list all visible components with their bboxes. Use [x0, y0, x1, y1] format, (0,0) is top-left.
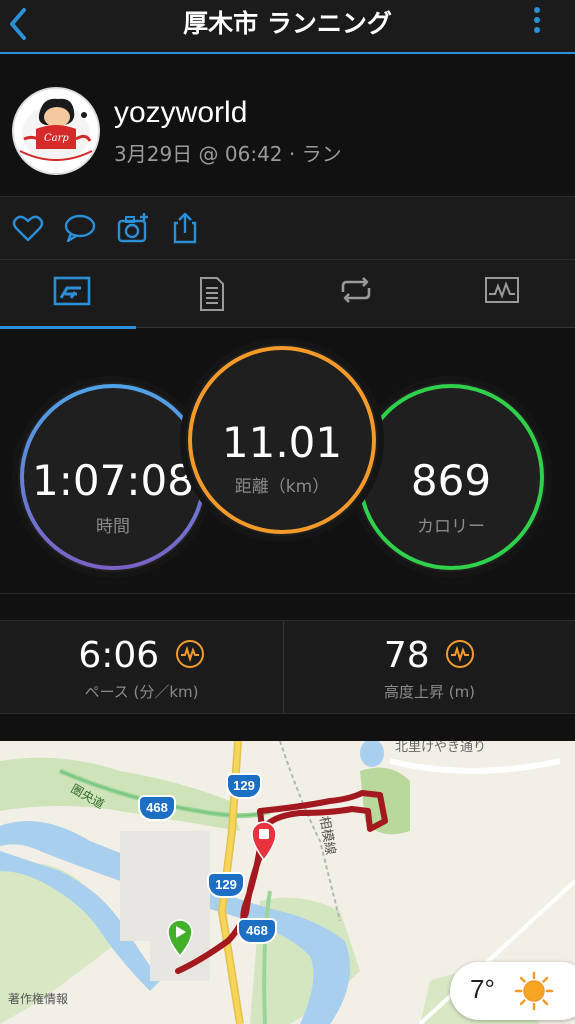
document-icon — [199, 277, 224, 311]
summary-rings: 1:07:08 時間 869 カロリー 11.01 距離（km） — [0, 329, 575, 594]
start-marker-icon[interactable] — [164, 917, 196, 958]
road-label-kitazato: 北里けやき通り — [395, 741, 486, 755]
map-copyright-link[interactable]: 著作権情報 — [8, 990, 68, 1007]
tab-bar — [0, 260, 575, 329]
pace-stat[interactable]: 6:06 ペース (分／km) — [0, 621, 283, 715]
pace-value: 6:06 — [0, 635, 283, 676]
elevation-label: 高度上昇 (m) — [383, 683, 476, 701]
calories-label: カロリー — [417, 517, 485, 537]
tab-charts[interactable] — [430, 260, 573, 328]
route-shield-129-mid: 129 — [207, 872, 245, 898]
route-shield-468-bottom: 468 — [237, 918, 277, 944]
elevation-chart-icon — [446, 640, 475, 668]
top-bar: 厚木市 ランニング — [0, 0, 575, 54]
sun-icon — [514, 971, 554, 1011]
stats-row: 6:06 ペース (分／km) 78 高度上昇 (m) — [0, 620, 575, 715]
elevation-stat[interactable]: 78 高度上昇 (m) — [284, 621, 575, 715]
like-icon[interactable] — [11, 211, 45, 245]
road-label-sagami: 相模線 — [316, 815, 339, 856]
share-icon[interactable] — [168, 211, 202, 245]
tab-laps[interactable] — [284, 260, 427, 328]
route-shield-129-top: 129 — [226, 773, 262, 799]
chart-icon — [484, 277, 519, 303]
svg-text:Carp: Carp — [44, 133, 69, 144]
activity-profile: Carp yozyworld 3月29日 @ 06:42 · ラン — [0, 56, 575, 197]
calories-value: 869 — [410, 456, 492, 505]
distance-value: 11.01 — [221, 418, 343, 467]
tab-details[interactable] — [140, 260, 283, 328]
pace-label: ペース (分／km) — [84, 683, 199, 701]
comment-icon[interactable] — [63, 211, 97, 245]
repeat-icon — [341, 277, 370, 303]
tab-overview[interactable] — [0, 260, 143, 329]
weather-temperature: 7° — [470, 974, 495, 1004]
calories-ring: 869 カロリー — [356, 382, 546, 572]
page-title: 厚木市 ランニング — [183, 9, 392, 38]
distance-ring: 11.01 距離（km） — [186, 344, 378, 536]
more-options-icon[interactable] — [529, 4, 545, 42]
username[interactable]: yozyworld — [114, 96, 247, 130]
activity-date: 3月29日 @ 06:42 · ラン — [114, 142, 342, 166]
elevation-value: 78 — [284, 635, 575, 676]
distance-label: 距離（km） — [234, 477, 330, 497]
pace-chart-icon — [175, 640, 204, 668]
spacer — [0, 714, 575, 741]
time-ring: 1:07:08 時間 — [18, 382, 208, 572]
time-value: 1:07:08 — [32, 456, 194, 505]
avatar[interactable]: Carp — [12, 87, 100, 175]
route-shield-468-left: 468 — [138, 795, 176, 821]
weather-badge[interactable]: 7° — [450, 962, 575, 1020]
overview-icon — [53, 276, 90, 306]
add-photo-icon[interactable] — [116, 211, 150, 245]
time-label: 時間 — [96, 517, 130, 537]
finish-marker-icon[interactable] — [248, 819, 280, 862]
action-bar — [0, 197, 575, 260]
